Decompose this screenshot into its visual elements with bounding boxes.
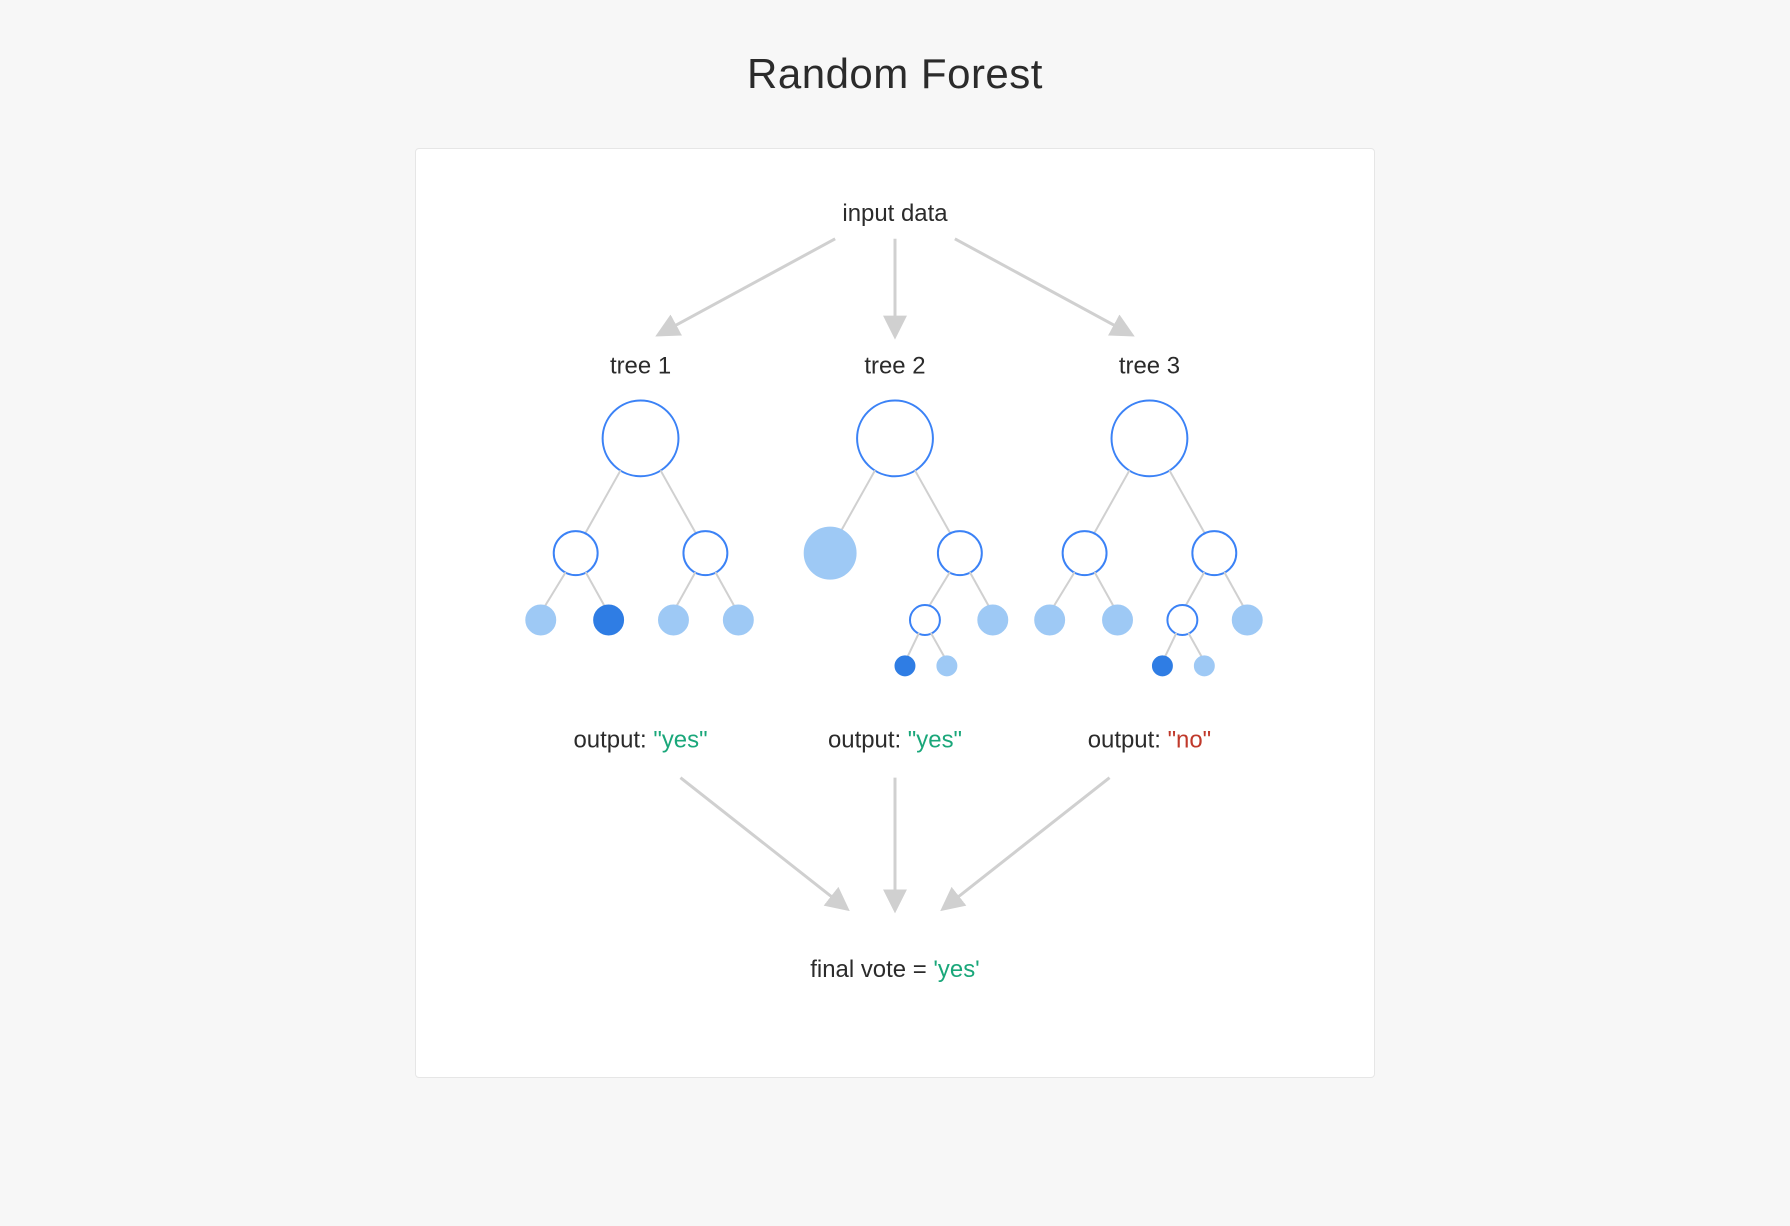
tree2-branch: [838, 470, 875, 536]
tree2-node-filled: [804, 527, 856, 579]
arrow-tree1-to-final: [680, 778, 845, 908]
tree2-leaf: [978, 605, 1008, 635]
tree3-label: tree 3: [1119, 353, 1180, 380]
arrow-tree3-to-final: [945, 778, 1110, 908]
tree3-root: [1112, 400, 1188, 476]
tree1-output: output: "yes": [573, 727, 707, 754]
tree3-branch: [1093, 470, 1130, 536]
tree1-leaf-selected: [594, 605, 624, 635]
tree3-branch: [1224, 572, 1244, 608]
page-title: Random Forest: [747, 50, 1043, 98]
arrow-input-to-tree1: [661, 239, 836, 334]
tree3-node: [1192, 531, 1236, 575]
tree2-leaf: [937, 656, 957, 676]
tree2-branch: [970, 572, 990, 608]
tree2-node: [910, 605, 940, 635]
tree1-branch: [586, 572, 606, 608]
arrow-input-to-tree3: [955, 239, 1130, 334]
tree1-leaf: [526, 605, 556, 635]
final-vote: final vote = 'yes': [810, 956, 979, 983]
tree1-root: [603, 400, 679, 476]
tree3-leaf: [1194, 656, 1214, 676]
tree1-branch: [661, 470, 698, 536]
tree1-label: tree 1: [610, 353, 671, 380]
tree2-node: [938, 531, 982, 575]
tree3-output: output: "no": [1088, 727, 1211, 754]
tree3-leaf: [1035, 605, 1065, 635]
tree1-leaf: [659, 605, 689, 635]
tree3-branch: [1053, 572, 1075, 608]
tree3-node: [1063, 531, 1107, 575]
tree3-branch: [1169, 470, 1206, 536]
tree2-branch: [928, 572, 950, 608]
tree3-branch: [1095, 572, 1115, 608]
tree1-branch: [544, 572, 566, 608]
tree1-node: [683, 531, 727, 575]
input-label: input data: [842, 200, 948, 227]
tree2-leaf-selected: [895, 656, 915, 676]
tree1-branch: [675, 572, 695, 608]
random-forest-diagram: input data tree 1 output: "yes" tree 2: [416, 149, 1374, 1077]
tree3-leaf: [1232, 605, 1262, 635]
tree3-branch: [1184, 572, 1204, 608]
tree2-label: tree 2: [864, 353, 925, 380]
tree3-leaf: [1103, 605, 1133, 635]
tree2-branch: [931, 633, 945, 658]
tree3-branch: [1164, 633, 1176, 658]
tree3-leaf-selected: [1152, 656, 1172, 676]
tree3-branch: [1188, 633, 1202, 658]
tree1-branch: [584, 470, 621, 536]
tree2-branch: [907, 633, 919, 658]
tree2-output: output: "yes": [828, 727, 962, 754]
tree2-root: [857, 400, 933, 476]
diagram-container: input data tree 1 output: "yes" tree 2: [415, 148, 1375, 1078]
tree2-branch: [915, 470, 952, 536]
tree1-branch: [715, 572, 735, 608]
tree3-node: [1167, 605, 1197, 635]
tree1-leaf: [723, 605, 753, 635]
tree1-node: [554, 531, 598, 575]
